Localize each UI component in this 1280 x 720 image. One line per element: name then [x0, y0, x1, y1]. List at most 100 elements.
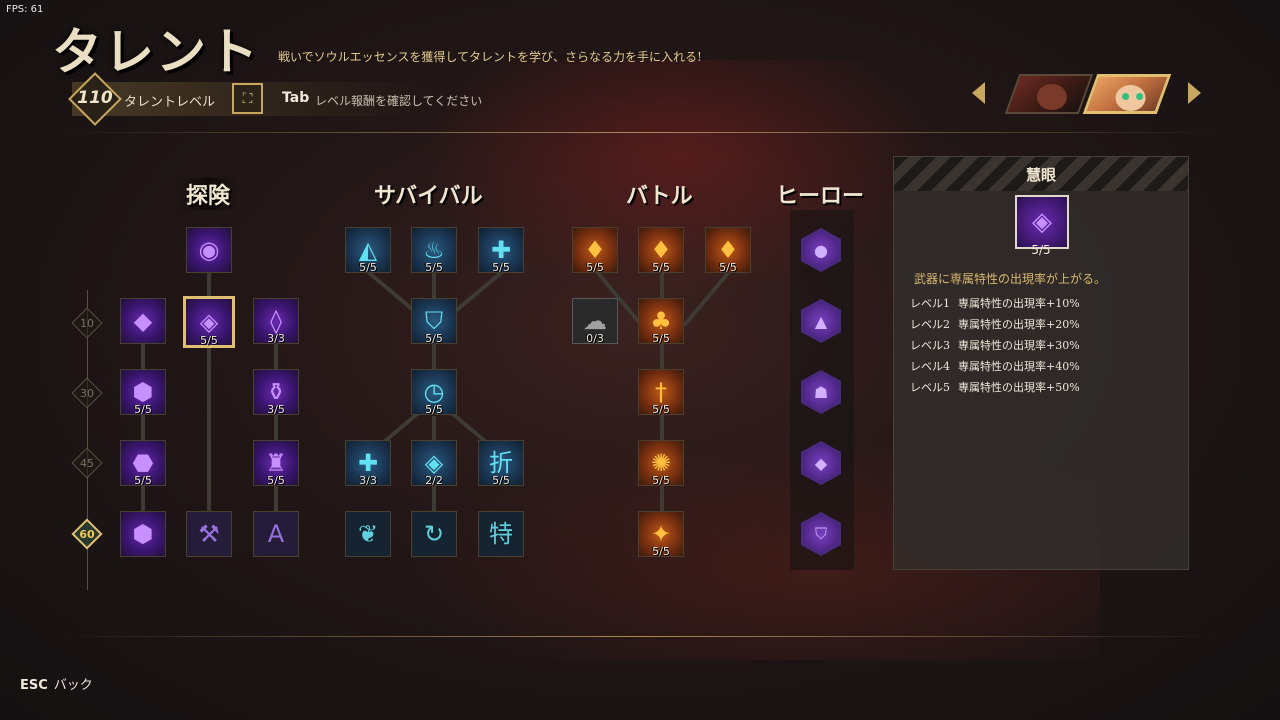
fold-kanji-icon: 折	[489, 449, 513, 477]
flame-icon: ♨	[423, 236, 445, 264]
hero-portrait-selected[interactable]	[1082, 74, 1172, 114]
talent-survival-node[interactable]: ◈ 2/2	[411, 440, 457, 487]
talent-survival-node[interactable]: 折 5/5	[478, 440, 524, 487]
talent-battle-node[interactable]: ♦ 5/5	[705, 227, 751, 274]
rune-icon: ◊	[270, 307, 282, 335]
explosion-icon: ✺	[650, 449, 672, 477]
talent-explore-node[interactable]: ⚒	[186, 511, 232, 557]
talent-survival-node[interactable]: ↻	[411, 511, 457, 557]
talent-battle-node[interactable]: ♦ 5/5	[638, 227, 684, 274]
swirl-icon: ↻	[423, 520, 445, 548]
gem-icon: ◈	[424, 449, 444, 477]
category-explore-title: 探険	[178, 178, 239, 210]
detail-talent-count: 5/5	[1031, 243, 1051, 257]
heal-cycle-icon: ✚	[357, 449, 379, 477]
urn-icon: ♜	[265, 449, 287, 477]
level-effect: 専属特性の出現率+20%	[958, 318, 1080, 331]
talent-explore-keen-eye[interactable]: ◈ 5/5	[183, 296, 235, 348]
next-hero-arrow-icon[interactable]	[1188, 82, 1201, 104]
talent-level-label: タレントレベル	[124, 95, 216, 110]
tab-key-hint[interactable]: Tab	[282, 90, 309, 106]
reward-chest-icon[interactable]: ⛶	[232, 83, 263, 114]
talent-survival-node[interactable]: ♨ 5/5	[411, 227, 457, 274]
talent-battle-node[interactable]: ✦ 5/5	[638, 511, 684, 558]
talent-count: 5/5	[492, 474, 510, 487]
talent-survival-node[interactable]: ◭ 5/5	[345, 227, 391, 274]
level-label: レベル3	[910, 339, 950, 352]
detail-talent-name: 慧眼	[1025, 166, 1056, 184]
talent-count: 5/5	[425, 332, 443, 345]
pouch-icon: ⚱	[265, 378, 287, 406]
back-label: バック	[53, 678, 93, 693]
crystal-icon: ◆	[804, 444, 838, 482]
shield-wing-icon: ◭	[358, 236, 378, 264]
talent-survival-node[interactable]: ✚ 5/5	[478, 227, 524, 274]
level-effect: 専属特性の出現率+30%	[958, 339, 1080, 352]
talent-survival-node[interactable]: ❦	[345, 511, 391, 557]
talent-explore-node[interactable]: ⬣ 5/5	[120, 440, 166, 487]
talent-explore-node[interactable]: ⬢ 5/5	[120, 369, 166, 416]
talent-battle-node[interactable]: † 5/5	[638, 369, 684, 416]
level-marker-10: 10	[80, 317, 94, 330]
crystal-icon: ◆	[133, 307, 153, 335]
level-label: レベル1	[910, 297, 950, 310]
talent-count: 5/5	[359, 261, 377, 274]
bomb-icon: ♣	[650, 307, 672, 335]
talent-explore-root[interactable]: ◉	[186, 227, 232, 273]
up-arrow-icon: ▲	[804, 302, 838, 340]
talent-explore-node[interactable]: ⬢	[120, 511, 166, 557]
shield-icon: ⛉	[804, 515, 838, 553]
esc-key: ESC	[20, 678, 48, 693]
talent-level-value: 110	[77, 88, 113, 108]
talent-survival-node[interactable]: 特	[478, 511, 524, 557]
header-divider	[60, 132, 1220, 133]
talent-explore-node[interactable]: ◊ 3/3	[253, 298, 299, 345]
talent-survival-node[interactable]: ⛉ 5/5	[411, 298, 457, 345]
level-effect: 専属特性の出現率+50%	[958, 381, 1080, 394]
talent-count: 5/5	[492, 261, 510, 274]
tab-hint-text: レベル報酬を確認してください	[315, 94, 483, 108]
prev-hero-arrow-icon[interactable]	[972, 82, 985, 104]
talent-battle-node[interactable]: ✺ 5/5	[638, 440, 684, 487]
category-survival-title: サバイバル	[374, 184, 483, 209]
talent-count: 5/5	[652, 474, 670, 487]
talent-explore-node[interactable]: ⚱ 3/5	[253, 369, 299, 416]
detail-description: 武器に専属特性の出現率が上がる。	[914, 272, 1107, 286]
hero-eye	[1136, 93, 1144, 100]
hero-portrait-previous[interactable]	[1004, 74, 1094, 114]
level-marker-45: 45	[80, 457, 94, 470]
talent-explore-node[interactable]: A	[253, 511, 299, 557]
talent-battle-node[interactable]: ♣ 5/5	[638, 298, 684, 345]
bullet-icon: ♦	[650, 236, 672, 264]
star-icon: ✦	[650, 520, 672, 548]
coin-icon: ⬢	[132, 378, 154, 406]
talent-count: 5/5	[652, 545, 670, 558]
talent-battle-node[interactable]: ♦ 5/5	[572, 227, 618, 274]
talent-survival-node[interactable]: ◷ 5/5	[411, 369, 457, 416]
wings-icon: ❦	[357, 520, 379, 548]
talent-count: 5/5	[425, 403, 443, 416]
person-icon: ☗	[804, 373, 838, 411]
coin-icon: ⬢	[132, 520, 154, 548]
keen-eye-icon: ◈	[199, 308, 219, 336]
talent-count: 0/3	[586, 332, 604, 345]
talent-detail-panel: 慧眼 ◈ 5/5 武器に専属特性の出現率が上がる。 レベル1 専属特性の出現率+1…	[893, 156, 1189, 570]
armor-icon: A	[267, 520, 285, 548]
fps-counter: FPS: 61	[6, 4, 44, 15]
hero-eye	[1122, 93, 1130, 100]
clock-icon: ◷	[423, 378, 445, 406]
talent-count: 5/5	[267, 474, 285, 487]
orb-icon: ●	[804, 231, 838, 269]
talent-explore-node[interactable]: ◆	[120, 298, 166, 344]
detail-level-row: レベル5 専属特性の出現率+50%	[910, 379, 1088, 395]
talent-count: 5/5	[200, 334, 218, 347]
talent-count: 2/2	[425, 474, 443, 487]
anvil-icon: ⚒	[198, 520, 220, 548]
detail-level-row: レベル3 専属特性の出現率+30%	[910, 337, 1088, 353]
bullet-icon: ♦	[717, 236, 739, 264]
talent-explore-node[interactable]: ♜ 5/5	[253, 440, 299, 487]
talent-survival-node[interactable]: ✚ 3/3	[345, 440, 391, 487]
back-button[interactable]: ESC バック	[20, 674, 93, 693]
heal-plus-icon: ✚	[490, 236, 512, 264]
talent-battle-node-locked[interactable]: ☁ 0/3	[572, 298, 618, 345]
